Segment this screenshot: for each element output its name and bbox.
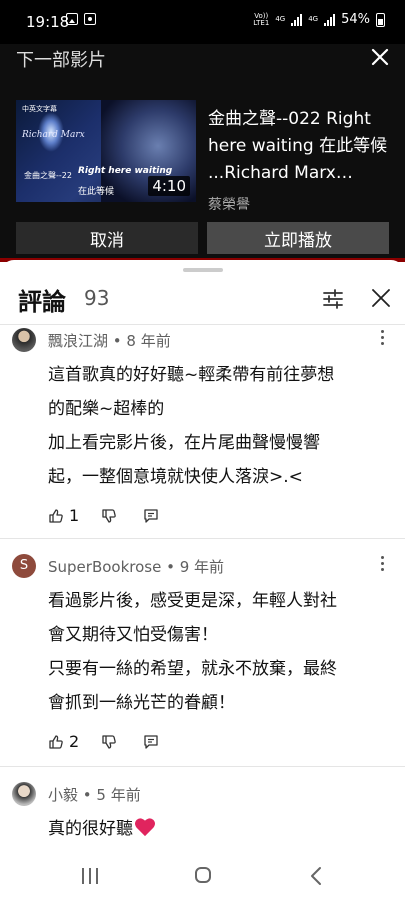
comment-line-text: 真的很好聽: [48, 819, 133, 839]
more-vert-icon[interactable]: [379, 330, 385, 346]
network-type-2: 4G: [308, 15, 319, 23]
more-vert-icon[interactable]: [379, 556, 385, 572]
thumbnail-series-text: 金曲之聲--22: [24, 171, 72, 180]
video-duration: 4:10: [148, 176, 190, 196]
battery-percent: 54%: [341, 12, 370, 27]
divider: [0, 766, 405, 767]
comments-count: 93: [84, 286, 110, 310]
like-count: 2: [69, 732, 80, 751]
filter-icon[interactable]: [322, 288, 344, 310]
thumb-up-icon[interactable]: [48, 734, 64, 750]
up-next-heading: 下一部影片: [16, 50, 106, 71]
comment-text: 真的很好聽: [48, 812, 388, 846]
thumbnail-brand-text: 中英文字幕: [22, 105, 57, 113]
comment-author[interactable]: 飄浪江湖: [48, 332, 108, 350]
channel-name[interactable]: 蔡榮譽: [208, 194, 250, 214]
comment-actions: 1: [48, 506, 159, 525]
like-count: 1: [69, 506, 80, 525]
up-next-panel: 下一部影片 中英文字幕 Richard Marx 金曲之聲--22 Right …: [0, 44, 405, 262]
comment-line: 看過影片後，感受更是深，年輕人對社: [48, 591, 337, 611]
close-icon[interactable]: [371, 48, 389, 66]
comment-line: 只要有一絲的希望，就永不放棄，最終: [48, 659, 337, 679]
status-indicators: Vo)) LTE1 4G 4G 54%: [253, 12, 385, 27]
comment-meta: 飄浪江湖 • 8 年前: [48, 330, 171, 351]
thumb-down-icon[interactable]: [101, 508, 117, 524]
thumb-up-icon[interactable]: [48, 508, 64, 524]
nav-home-icon[interactable]: [195, 867, 211, 883]
thumbnail-song-text: Right here waiting: [78, 166, 173, 176]
thumb-down-icon[interactable]: [101, 734, 117, 750]
avatar[interactable]: S: [12, 554, 36, 578]
comment-line: 的配樂~超棒的: [48, 399, 165, 419]
comments-sheet: 評論 93 飄浪江湖 • 8 年前 這首歌真的好好聽~輕柔帶有前往夢想 的配樂~…: [0, 260, 405, 860]
reply-icon[interactable]: [143, 508, 159, 524]
video-title[interactable]: 金曲之聲--022 Right here waiting 在此等候 ...Ric…: [208, 106, 393, 187]
meta-separator: •: [82, 786, 97, 804]
nav-recents-icon[interactable]: [82, 868, 98, 884]
comment-time: 5 年前: [96, 786, 141, 804]
comment-time: 9 年前: [179, 558, 225, 576]
thumbnail-artist-text: Richard Marx: [22, 130, 85, 140]
cancel-button[interactable]: 取消: [16, 222, 198, 254]
nav-back-icon[interactable]: [309, 866, 323, 886]
signal-icon: [324, 13, 336, 26]
comment-text: 這首歌真的好好聽~輕柔帶有前往夢想 的配樂~超棒的 加上看完影片後，在片尾曲聲慢…: [48, 358, 388, 494]
drag-handle[interactable]: [183, 268, 223, 272]
screen-record-icon: [84, 13, 96, 25]
play-now-button[interactable]: 立即播放: [207, 222, 389, 254]
network-type-1: 4G: [275, 15, 286, 23]
close-icon[interactable]: [372, 289, 390, 307]
status-bar: 19:18 Vo)) LTE1 4G 4G 54%: [0, 0, 405, 44]
comment-line: 會又期待又怕受傷害！: [48, 625, 218, 645]
comment-author[interactable]: 小毅: [48, 786, 78, 804]
avatar[interactable]: [12, 328, 36, 352]
meta-separator: •: [112, 332, 127, 350]
comment-meta: 小毅 • 5 年前: [48, 784, 141, 805]
image-icon: [66, 13, 78, 25]
heart-icon: [135, 818, 155, 837]
lte-label: LTE1: [253, 18, 270, 27]
divider: [0, 538, 405, 539]
status-notification-icons: [66, 13, 96, 25]
comment-line: 這首歌真的好好聽~輕柔帶有前往夢想: [48, 365, 335, 385]
reply-icon[interactable]: [143, 734, 159, 750]
signal-icon: [291, 13, 303, 26]
volte-indicator: Vo)) LTE1: [253, 12, 270, 27]
system-nav-bar: [0, 860, 405, 900]
comment-line: 加上看完影片後，在片尾曲聲慢慢響: [48, 433, 320, 453]
thumbnail-song-zh-text: 在此等候: [78, 187, 115, 197]
comment-actions: 2: [48, 732, 159, 751]
meta-separator: •: [166, 558, 180, 576]
comment-text: 看過影片後，感受更是深，年輕人對社 會又期待又怕受傷害！ 只要有一絲的希望，就永…: [48, 584, 388, 720]
comment-line: 真的很好聽: [48, 812, 388, 846]
avatar[interactable]: [12, 782, 36, 806]
battery-icon: [376, 12, 385, 27]
comments-title: 評論: [18, 288, 66, 316]
comment-line: 起，一整個意境就快使人落淚>.<: [48, 467, 303, 487]
comment-meta: SuperBookrose • 9 年前: [48, 556, 224, 577]
video-thumbnail[interactable]: 中英文字幕 Richard Marx 金曲之聲--22 Right here w…: [16, 100, 196, 202]
comment-time: 8 年前: [126, 332, 171, 350]
divider: [0, 324, 405, 325]
comment-line: 會抓到一絲光芒的眷顧！: [48, 693, 235, 713]
comment-author[interactable]: SuperBookrose: [48, 558, 161, 576]
status-time: 19:18: [26, 13, 70, 31]
